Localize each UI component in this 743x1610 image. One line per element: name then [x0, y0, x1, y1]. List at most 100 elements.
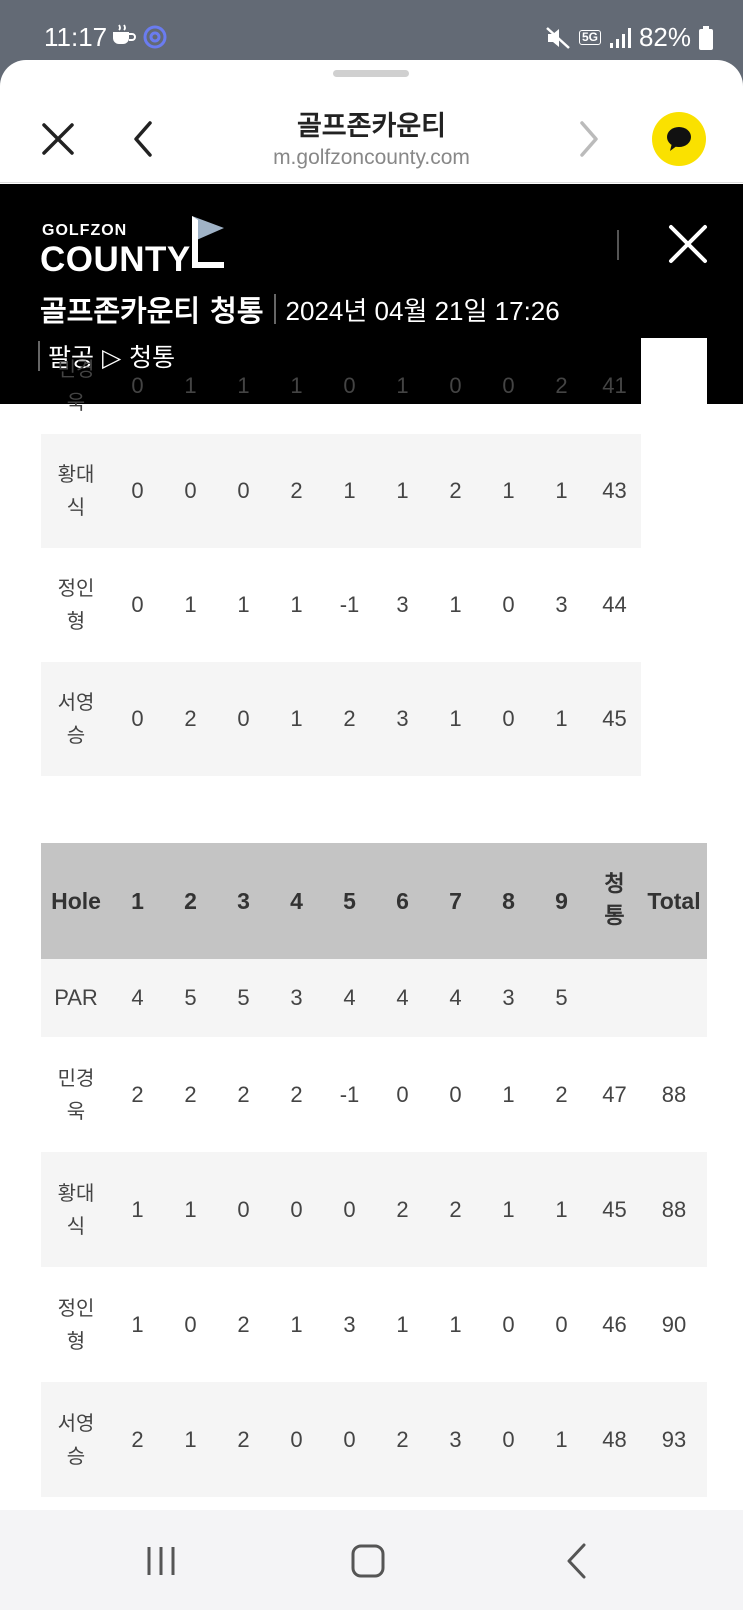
table-row: 민경욱 2 2 2 2 -1 0 0 1 2 47 88	[41, 1037, 707, 1152]
score-cell: 0	[323, 1382, 376, 1497]
score-cell: 0	[111, 662, 164, 776]
score-cell: 0	[396, 1081, 409, 1107]
page-title: 골프존카운티	[296, 111, 447, 142]
score-cell: 0	[555, 1311, 568, 1337]
score-cell: 0	[131, 373, 144, 398]
table-row: 서영승 2 1 2 0 0 2 3 0 1 48 93	[41, 1382, 707, 1497]
total-header: Total	[641, 843, 707, 959]
score-cell: 2	[184, 1081, 197, 1107]
kakao-chat-button[interactable]	[652, 112, 706, 166]
score-cell: 0	[164, 434, 217, 548]
logo-big-text: COUNTY	[40, 240, 191, 279]
separator	[38, 341, 40, 371]
score-cell: 2	[111, 1382, 164, 1497]
chat-bubble-icon	[667, 127, 691, 151]
home-icon	[351, 1544, 385, 1578]
hole-header-row: Hole 1 2 3 4 5 6 7 8 9 청통 Total	[41, 843, 707, 959]
home-button[interactable]	[343, 1536, 393, 1586]
score-cell: 0	[449, 1081, 462, 1107]
subtotal-cell: 41	[602, 373, 627, 398]
score-cell: 0	[217, 434, 270, 548]
score-cell: 1	[449, 1311, 462, 1337]
table-row: 정인형 0 1 1 1 -1 3 1 0 3 44	[41, 548, 707, 662]
score-cell: 2	[555, 373, 568, 398]
player-name-text: 황대식	[57, 462, 95, 519]
score-cell: 2	[164, 662, 217, 776]
hole-label: Hole	[41, 843, 111, 959]
score-cell: 1	[111, 1152, 164, 1267]
score-cell: 2	[429, 434, 482, 548]
scorecard-table-second-half: Hole 1 2 3 4 5 6 7 8 9 청통 Total PAR 455344435 민경욱 2…	[41, 843, 707, 1497]
score-cell: 3	[376, 662, 429, 776]
table-row: 서영승 0 2 0 1 2 3 1 0 1 45	[41, 662, 707, 776]
county-logo-icon	[192, 216, 224, 268]
score-cell: 1	[535, 1152, 588, 1267]
empty-cell	[641, 662, 707, 776]
score-cell: 1	[429, 662, 482, 776]
recent-apps-icon	[147, 1547, 175, 1575]
hole-number: 7	[429, 843, 482, 959]
score-cell: 2	[323, 662, 376, 776]
score-cell: 1	[376, 434, 429, 548]
hole-number: 4	[270, 843, 323, 959]
system-nav-bar	[0, 1510, 743, 1610]
par-value: 4	[429, 959, 482, 1037]
logo-small-text: GOLFZON	[42, 222, 128, 239]
score-cell: 3	[343, 1311, 356, 1337]
subtotal-cell: 46	[602, 1311, 627, 1337]
score-cell: 0	[482, 1382, 535, 1497]
table-row: 민경욱 0 1 1 1 0 1 0 0 2 41	[41, 338, 707, 434]
player-name-text: 정인형	[57, 576, 95, 633]
hole-number: 3	[217, 843, 270, 959]
score-cell: 3	[429, 1382, 482, 1497]
hole-number: 6	[376, 843, 429, 959]
score-cell: 1	[237, 373, 250, 398]
score-cell: -1	[339, 592, 360, 617]
par-empty-total	[641, 959, 707, 1037]
subtotal-cell: 48	[588, 1382, 641, 1497]
score-cell: 0	[323, 1152, 376, 1267]
system-back-button[interactable]	[552, 1536, 602, 1586]
total-cell: 93	[641, 1382, 707, 1497]
score-cell: 0	[502, 1311, 515, 1337]
recent-apps-button[interactable]	[136, 1536, 186, 1586]
forward-icon[interactable]	[572, 117, 606, 161]
par-value: 5	[535, 959, 588, 1037]
drag-handle[interactable]	[333, 70, 409, 77]
player-name-text: 민경욱	[57, 1065, 95, 1123]
header-close-icon[interactable]	[668, 224, 708, 264]
score-cell: 0	[270, 1152, 323, 1267]
score-cell: 1	[502, 1081, 515, 1107]
score-cell: 1	[482, 1152, 535, 1267]
divider	[0, 182, 743, 183]
score-cell: 2	[270, 434, 323, 548]
subtotal-cell: 43	[588, 434, 641, 548]
score-cell: 1	[184, 592, 197, 617]
table-row: 황대식 0 0 0 2 1 1 2 1 1 43	[41, 434, 707, 548]
player-name-text: 서영승	[57, 1410, 95, 1468]
par-value: 3	[482, 959, 535, 1037]
score-cell: 1	[131, 1311, 144, 1337]
score-cell: 1	[164, 1382, 217, 1497]
score-cell: 0	[482, 662, 535, 776]
player-name: 서영승	[41, 1382, 111, 1497]
score-cell: 0	[217, 662, 270, 776]
score-cell: 1	[290, 592, 303, 617]
score-cell: 0	[270, 1382, 323, 1497]
total-cell: 90	[661, 1311, 687, 1337]
score-cell: 0	[111, 434, 164, 548]
score-cell: 3	[396, 592, 409, 617]
score-cell: 3	[555, 592, 568, 617]
table-row: 정인형 1 0 2 1 3 1 1 0 0 46 90	[41, 1267, 707, 1382]
score-cell: -1	[339, 1081, 360, 1107]
battery-percent: 82%	[638, 22, 691, 52]
player-name: 민경욱	[41, 338, 111, 434]
table-row: 황대식 1 1 0 0 0 2 2 1 1 45 88	[41, 1152, 707, 1267]
player-name: 정인형	[41, 1267, 111, 1382]
player-name-text: 정인형	[57, 1295, 95, 1353]
system-back-icon	[567, 1543, 586, 1579]
score-cell: 0	[449, 373, 462, 398]
course-header-text: 청통	[604, 872, 625, 929]
header-separator	[617, 230, 619, 260]
subtotal-cell: 45	[588, 1152, 641, 1267]
